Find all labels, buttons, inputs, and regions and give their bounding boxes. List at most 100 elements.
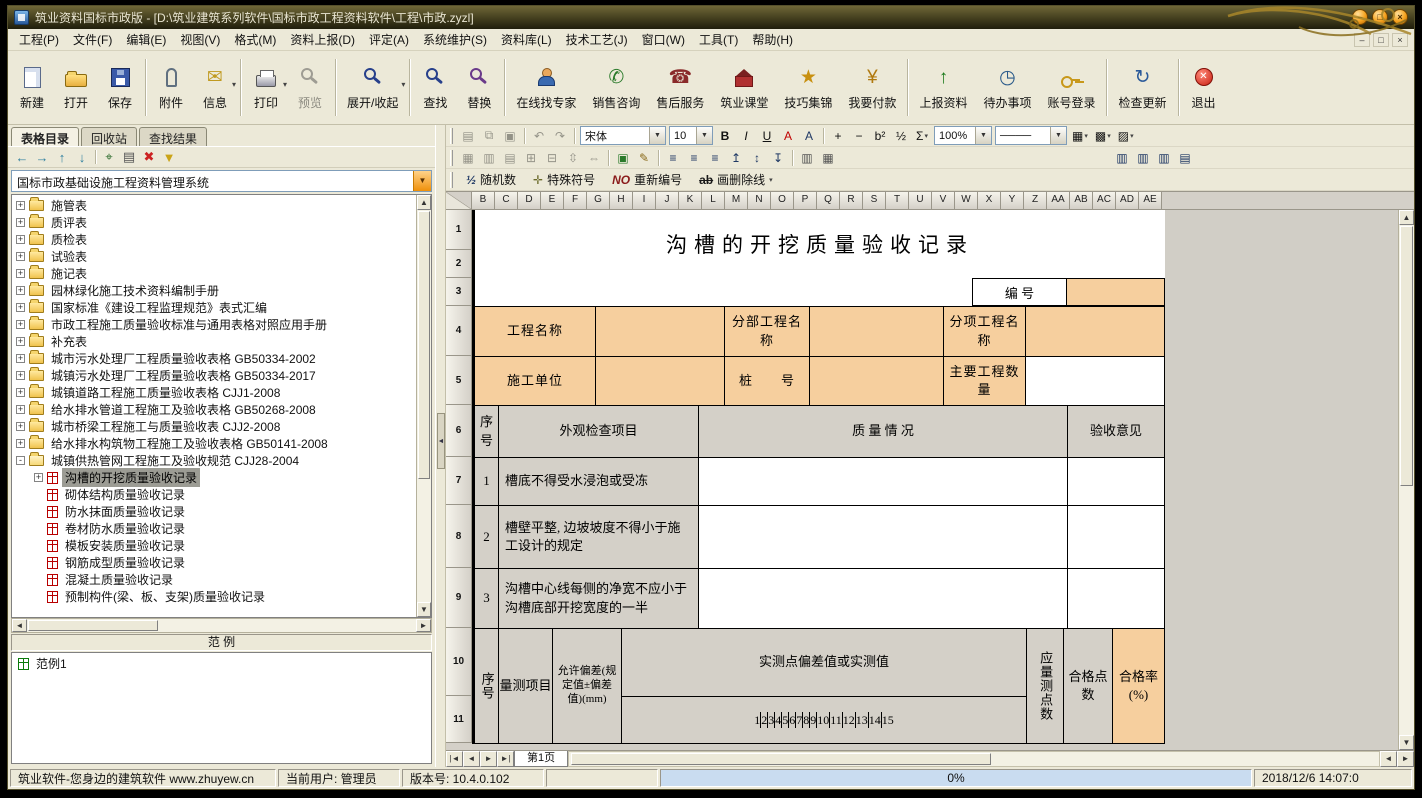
insert-image-button[interactable]: ▣	[613, 149, 633, 167]
dropdown-arrow-icon[interactable]: ▾	[1107, 132, 1111, 140]
column-header[interactable]: U	[909, 192, 932, 210]
tab-回收站[interactable]: 回收站	[81, 127, 137, 146]
mdi-restore-button[interactable]: □	[1373, 33, 1389, 47]
menu-item[interactable]: 工具(T)	[692, 28, 745, 51]
column-header[interactable]: P	[794, 192, 817, 210]
tab-表格目录[interactable]: 表格目录	[11, 127, 79, 146]
column-header[interactable]: O	[771, 192, 794, 210]
row-header[interactable]: 1	[446, 210, 472, 250]
exit-button[interactable]: 退出	[1182, 53, 1226, 122]
borders-button[interactable]: ▦▾	[1069, 127, 1091, 145]
expand-icon[interactable]: +	[16, 371, 25, 380]
underline-button[interactable]: U	[757, 127, 777, 145]
main-quantity-cell[interactable]	[1026, 357, 1165, 406]
tree-item[interactable]: +园林绿化施工技术资料编制手册	[12, 282, 416, 299]
obs-opinion-cell[interactable]	[1068, 458, 1165, 506]
tree-item[interactable]: +施记表	[12, 265, 416, 282]
find-button[interactable]: 查找	[413, 53, 457, 122]
dropdown-arrow-icon[interactable]: ▾	[283, 80, 287, 89]
tree-item[interactable]: +城镇污水处理厂工程质量验收表格 GB50334-2017	[12, 367, 416, 384]
obs-opinion-cell[interactable]	[1068, 506, 1165, 569]
menu-item[interactable]: 技术工艺(J)	[559, 28, 635, 51]
new-button[interactable]: 新建	[10, 53, 54, 122]
tree-item[interactable]: +质检表	[12, 231, 416, 248]
stake-number-cell[interactable]	[810, 357, 944, 406]
expand-icon[interactable]: +	[16, 405, 25, 414]
column-header[interactable]: D	[518, 192, 541, 210]
forward-arrow-icon[interactable]: →	[33, 148, 51, 166]
scroll-left-icon[interactable]: ◄	[12, 619, 27, 632]
column-header[interactable]: F	[564, 192, 587, 210]
expand-icon[interactable]: +	[16, 354, 25, 363]
export-icon[interactable]: ▤	[120, 148, 138, 166]
special-symbol-button[interactable]: ✛特殊符号	[525, 169, 603, 190]
tree-item[interactable]: +给水排水构筑物工程施工及验收表格 GB50141-2008	[12, 435, 416, 452]
expand-icon[interactable]: +	[16, 286, 25, 295]
mdi-close-button[interactable]: ×	[1392, 33, 1408, 47]
pay-button[interactable]: ¥我要付款	[840, 53, 904, 122]
gridlines-button[interactable]: ▦	[818, 149, 838, 167]
print-button[interactable]: 打印▾	[244, 53, 288, 122]
todo-button[interactable]: ◷待办事项	[975, 53, 1039, 122]
column-header[interactable]: I	[633, 192, 656, 210]
align-center-button[interactable]: ≡	[684, 149, 704, 167]
expand-icon[interactable]: +	[16, 439, 25, 448]
menu-item[interactable]: 文件(F)	[66, 28, 119, 51]
tree-scroll-thumb[interactable]	[418, 211, 430, 479]
tree-vertical-scrollbar[interactable]: ▲ ▼	[416, 195, 431, 617]
font-color-button[interactable]: A	[778, 127, 798, 145]
fill-color-button[interactable]: A	[799, 127, 819, 145]
tree-hscroll-thumb[interactable]	[28, 620, 158, 631]
expand-icon[interactable]: +	[16, 337, 25, 346]
obs-quality-cell[interactable]	[699, 458, 1068, 506]
tree-item[interactable]: 预制构件(梁、板、支架)质量验收记录	[12, 588, 416, 605]
row-header[interactable]: 5	[446, 356, 472, 405]
expand-icon[interactable]: +	[16, 422, 25, 431]
row-header[interactable]: 8	[446, 505, 472, 568]
freeze-panes-button[interactable]: ▥	[797, 149, 817, 167]
column-header[interactable]: AA	[1047, 192, 1070, 210]
column-header[interactable]: AC	[1093, 192, 1116, 210]
strikeout-button[interactable]: ab画删除线▾	[691, 169, 781, 190]
expand-icon[interactable]: +	[16, 388, 25, 397]
scroll-down-icon[interactable]: ▼	[417, 602, 431, 617]
minimize-button[interactable]: –	[1352, 9, 1368, 25]
after-sales-button[interactable]: ☎售后服务	[648, 53, 712, 122]
delete-icon[interactable]: ✖	[140, 148, 158, 166]
hscroll-left-icon[interactable]: ◄	[1380, 751, 1397, 767]
column-header[interactable]: K	[679, 192, 702, 210]
zoom-combo[interactable]: 100%▼	[934, 126, 992, 145]
column-header[interactable]: X	[978, 192, 1001, 210]
project-name-cell[interactable]	[596, 307, 725, 357]
replace-button[interactable]: 替换	[457, 53, 501, 122]
align-left-button[interactable]: ≡	[663, 149, 683, 167]
locate-icon[interactable]: ⌖	[100, 148, 118, 166]
expand-icon[interactable]: +	[34, 473, 43, 482]
first-sheet-button[interactable]: |◄	[446, 751, 463, 767]
chevron-down-icon[interactable]: ▼	[1050, 127, 1066, 144]
row-header[interactable]: 7	[446, 457, 472, 505]
expand-icon[interactable]: +	[16, 320, 25, 329]
column-header[interactable]: R	[840, 192, 863, 210]
item-name-cell[interactable]	[1026, 307, 1165, 357]
tree-item[interactable]: +城市桥梁工程施工与质量验收表 CJJ2-2008	[12, 418, 416, 435]
tree-item[interactable]: +城镇道路工程施工质量验收表格 CJJ1-2008	[12, 384, 416, 401]
row-header[interactable]: 9	[446, 568, 472, 628]
upload-data-button[interactable]: ↑上报资料	[911, 53, 975, 122]
row-header[interactable]: 4	[446, 306, 472, 356]
row-header[interactable]: 3	[446, 278, 472, 306]
next-sheet-button[interactable]: ►	[480, 751, 497, 767]
column-header[interactable]: Z	[1024, 192, 1047, 210]
tree-item[interactable]: +市政工程施工质量验收标准与通用表格对照应用手册	[12, 316, 416, 333]
fit-columns-button[interactable]: ▥	[1154, 149, 1174, 167]
example-item[interactable]: 范例1	[14, 655, 429, 672]
tab-查找结果[interactable]: 查找结果	[139, 127, 207, 146]
obs-quality-cell[interactable]	[699, 569, 1068, 629]
back-arrow-icon[interactable]: ←	[13, 148, 31, 166]
menu-item[interactable]: 工程(P)	[12, 28, 66, 51]
obs-opinion-cell[interactable]	[1068, 569, 1165, 629]
tree-item[interactable]: +国家标准《建设工程监理规范》表式汇编	[12, 299, 416, 316]
menu-item[interactable]: 帮助(H)	[745, 28, 800, 51]
increase-font-button[interactable]: +	[828, 127, 848, 145]
column-header[interactable]: W	[955, 192, 978, 210]
